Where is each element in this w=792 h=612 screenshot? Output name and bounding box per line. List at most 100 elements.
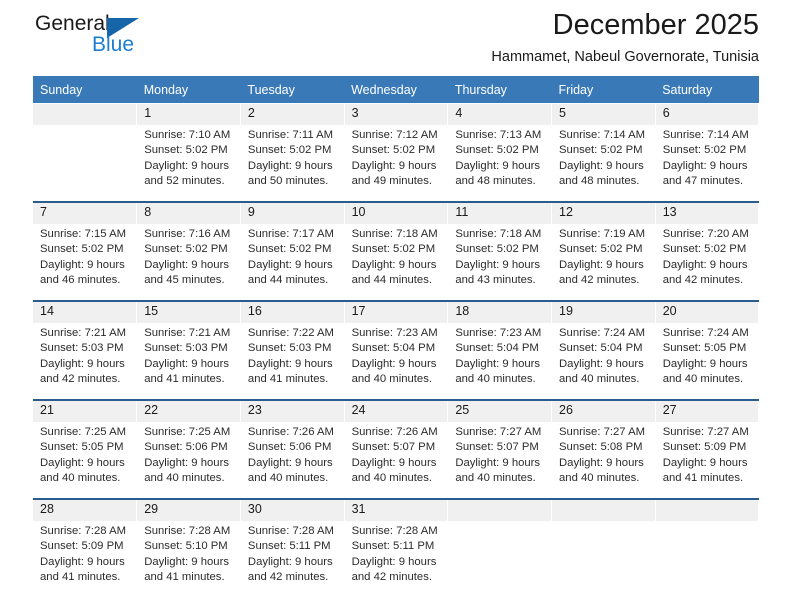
daylight-text-line1: Daylight: 9 hours [351, 555, 437, 568]
sunset-text: Sunset: 5:06 PM [144, 441, 228, 454]
day-cell[interactable]: Sunrise: 7:13 AM Sunset: 5:02 PM Dayligh… [447, 125, 553, 202]
daylight-text-line2: and 44 minutes. [247, 273, 329, 286]
day-cell[interactable]: Sunrise: 7:15 AM Sunset: 5:02 PM Dayligh… [33, 224, 138, 301]
day-number: 27 [655, 399, 760, 422]
sunrise-text: Sunrise: 7:26 AM [247, 426, 334, 438]
day-number: 19 [551, 300, 656, 323]
daylight-text-line2: and 40 minutes. [559, 372, 640, 385]
day-number: 18 [447, 300, 553, 323]
day-cell[interactable]: Sunrise: 7:16 AM Sunset: 5:02 PM Dayligh… [136, 224, 241, 301]
day-number: 6 [655, 103, 760, 125]
sunset-text: Sunset: 5:02 PM [351, 144, 436, 157]
sunset-text: Sunset: 5:05 PM [40, 441, 124, 454]
day-cell[interactable]: Sunrise: 7:20 AM Sunset: 5:02 PM Dayligh… [655, 224, 760, 301]
sunset-text: Sunset: 5:02 PM [455, 144, 539, 157]
daylight-text-line2: and 40 minutes. [559, 471, 640, 484]
daylight-text-line2: and 42 minutes. [247, 570, 329, 583]
day-cell[interactable]: Sunrise: 7:24 AM Sunset: 5:05 PM Dayligh… [655, 323, 760, 400]
daylight-text-line1: Daylight: 9 hours [351, 159, 437, 172]
daylight-text-line1: Daylight: 9 hours [40, 357, 125, 370]
day-cell[interactable]: Sunrise: 7:21 AM Sunset: 5:03 PM Dayligh… [33, 323, 138, 400]
sunset-text: Sunset: 5:10 PM [144, 540, 228, 553]
day-cell[interactable]: Sunrise: 7:19 AM Sunset: 5:02 PM Dayligh… [551, 224, 656, 301]
sunset-text: Sunset: 5:02 PM [662, 243, 747, 256]
day-number [551, 498, 656, 521]
week-daynumbers-row: 21 22 23 24 25 26 27 [33, 399, 760, 422]
day-cell[interactable]: Sunrise: 7:23 AM Sunset: 5:04 PM Dayligh… [447, 323, 553, 400]
day-cell[interactable]: Sunrise: 7:14 AM Sunset: 5:02 PM Dayligh… [551, 125, 656, 202]
sunset-text: Sunset: 5:02 PM [455, 243, 539, 256]
sunrise-text: Sunrise: 7:26 AM [351, 426, 438, 438]
daylight-text-line1: Daylight: 9 hours [662, 159, 748, 172]
daylight-text-line2: and 40 minutes. [455, 372, 536, 385]
day-cell[interactable]: Sunrise: 7:24 AM Sunset: 5:04 PM Dayligh… [551, 323, 656, 400]
page-header: General Blue December 2025 Hammamet, Nab… [33, 0, 759, 76]
day-cell[interactable]: Sunrise: 7:10 AM Sunset: 5:02 PM Dayligh… [136, 125, 241, 202]
daylight-text-line1: Daylight: 9 hours [40, 258, 125, 271]
day-number: 8 [136, 201, 241, 224]
sunset-text: Sunset: 5:02 PM [662, 144, 747, 157]
day-cell[interactable]: Sunrise: 7:21 AM Sunset: 5:03 PM Dayligh… [136, 323, 241, 400]
sunrise-text: Sunrise: 7:16 AM [144, 228, 231, 240]
sunrise-text: Sunrise: 7:13 AM [455, 129, 542, 141]
day-cell[interactable]: Sunrise: 7:26 AM Sunset: 5:07 PM Dayligh… [344, 422, 449, 499]
daylight-text-line2: and 43 minutes. [455, 273, 536, 286]
day-cell[interactable]: Sunrise: 7:27 AM Sunset: 5:08 PM Dayligh… [551, 422, 656, 499]
daylight-text-line1: Daylight: 9 hours [351, 258, 437, 271]
sunrise-text: Sunrise: 7:28 AM [40, 525, 127, 537]
daylight-text-line2: and 44 minutes. [351, 273, 432, 286]
day-cell[interactable]: Sunrise: 7:12 AM Sunset: 5:02 PM Dayligh… [344, 125, 449, 202]
day-number: 20 [655, 300, 760, 323]
sunrise-text: Sunrise: 7:28 AM [351, 525, 438, 537]
daylight-text-line1: Daylight: 9 hours [559, 159, 644, 172]
daylight-text-line1: Daylight: 9 hours [247, 258, 333, 271]
day-cell[interactable]: Sunrise: 7:17 AM Sunset: 5:02 PM Dayligh… [240, 224, 345, 301]
daylight-text-line1: Daylight: 9 hours [351, 357, 437, 370]
day-cell[interactable]: Sunrise: 7:23 AM Sunset: 5:04 PM Dayligh… [344, 323, 449, 400]
day-number: 24 [344, 399, 449, 422]
sunrise-text: Sunrise: 7:24 AM [559, 327, 646, 339]
day-cell[interactable]: Sunrise: 7:28 AM Sunset: 5:09 PM Dayligh… [33, 521, 138, 597]
sunset-text: Sunset: 5:07 PM [351, 441, 436, 454]
daylight-text-line1: Daylight: 9 hours [559, 456, 644, 469]
day-cell[interactable]: Sunrise: 7:25 AM Sunset: 5:06 PM Dayligh… [136, 422, 241, 499]
sunset-text: Sunset: 5:02 PM [351, 243, 436, 256]
daylight-text-line1: Daylight: 9 hours [40, 456, 125, 469]
week-daynumbers-row: 1 2 3 4 5 6 [33, 103, 760, 125]
day-cell[interactable]: Sunrise: 7:18 AM Sunset: 5:02 PM Dayligh… [447, 224, 553, 301]
day-cell[interactable]: Sunrise: 7:11 AM Sunset: 5:02 PM Dayligh… [240, 125, 345, 202]
day-cell[interactable]: Sunrise: 7:27 AM Sunset: 5:07 PM Dayligh… [447, 422, 553, 499]
sunrise-text: Sunrise: 7:22 AM [247, 327, 334, 339]
day-cell[interactable]: Sunrise: 7:28 AM Sunset: 5:11 PM Dayligh… [344, 521, 449, 597]
day-cell[interactable] [655, 521, 760, 597]
daylight-text-line1: Daylight: 9 hours [662, 357, 748, 370]
daylight-text-line2: and 40 minutes. [247, 471, 329, 484]
day-cell[interactable] [551, 521, 656, 597]
sunrise-text: Sunrise: 7:12 AM [351, 129, 438, 141]
day-cell[interactable]: Sunrise: 7:18 AM Sunset: 5:02 PM Dayligh… [344, 224, 449, 301]
day-cell[interactable]: Sunrise: 7:28 AM Sunset: 5:11 PM Dayligh… [240, 521, 345, 597]
day-cell[interactable] [447, 521, 553, 597]
sunrise-text: Sunrise: 7:23 AM [455, 327, 542, 339]
day-number: 30 [240, 498, 345, 521]
sunset-text: Sunset: 5:02 PM [144, 144, 228, 157]
daylight-text-line2: and 41 minutes. [144, 570, 225, 583]
day-cell[interactable]: Sunrise: 7:26 AM Sunset: 5:06 PM Dayligh… [240, 422, 345, 499]
sunrise-text: Sunrise: 7:27 AM [559, 426, 646, 438]
general-blue-logo[interactable]: General Blue [35, 12, 195, 64]
day-cell[interactable]: Sunrise: 7:28 AM Sunset: 5:10 PM Dayligh… [136, 521, 241, 597]
sunset-text: Sunset: 5:03 PM [144, 342, 228, 355]
day-cell[interactable]: Sunrise: 7:25 AM Sunset: 5:05 PM Dayligh… [33, 422, 138, 499]
sunset-text: Sunset: 5:09 PM [662, 441, 747, 454]
sunrise-text: Sunrise: 7:24 AM [662, 327, 749, 339]
day-cell[interactable]: Sunrise: 7:27 AM Sunset: 5:09 PM Dayligh… [655, 422, 760, 499]
day-number: 25 [447, 399, 553, 422]
day-cell[interactable]: Sunrise: 7:14 AM Sunset: 5:02 PM Dayligh… [655, 125, 760, 202]
daylight-text-line2: and 42 minutes. [40, 372, 121, 385]
daylight-text-line2: and 40 minutes. [351, 372, 432, 385]
day-number: 14 [33, 300, 138, 323]
week-details-row: Sunrise: 7:25 AM Sunset: 5:05 PM Dayligh… [33, 422, 760, 499]
title-block: December 2025 Hammamet, Nabeul Governora… [491, 8, 759, 67]
day-cell[interactable]: Sunrise: 7:22 AM Sunset: 5:03 PM Dayligh… [240, 323, 345, 400]
day-cell[interactable] [33, 125, 138, 202]
